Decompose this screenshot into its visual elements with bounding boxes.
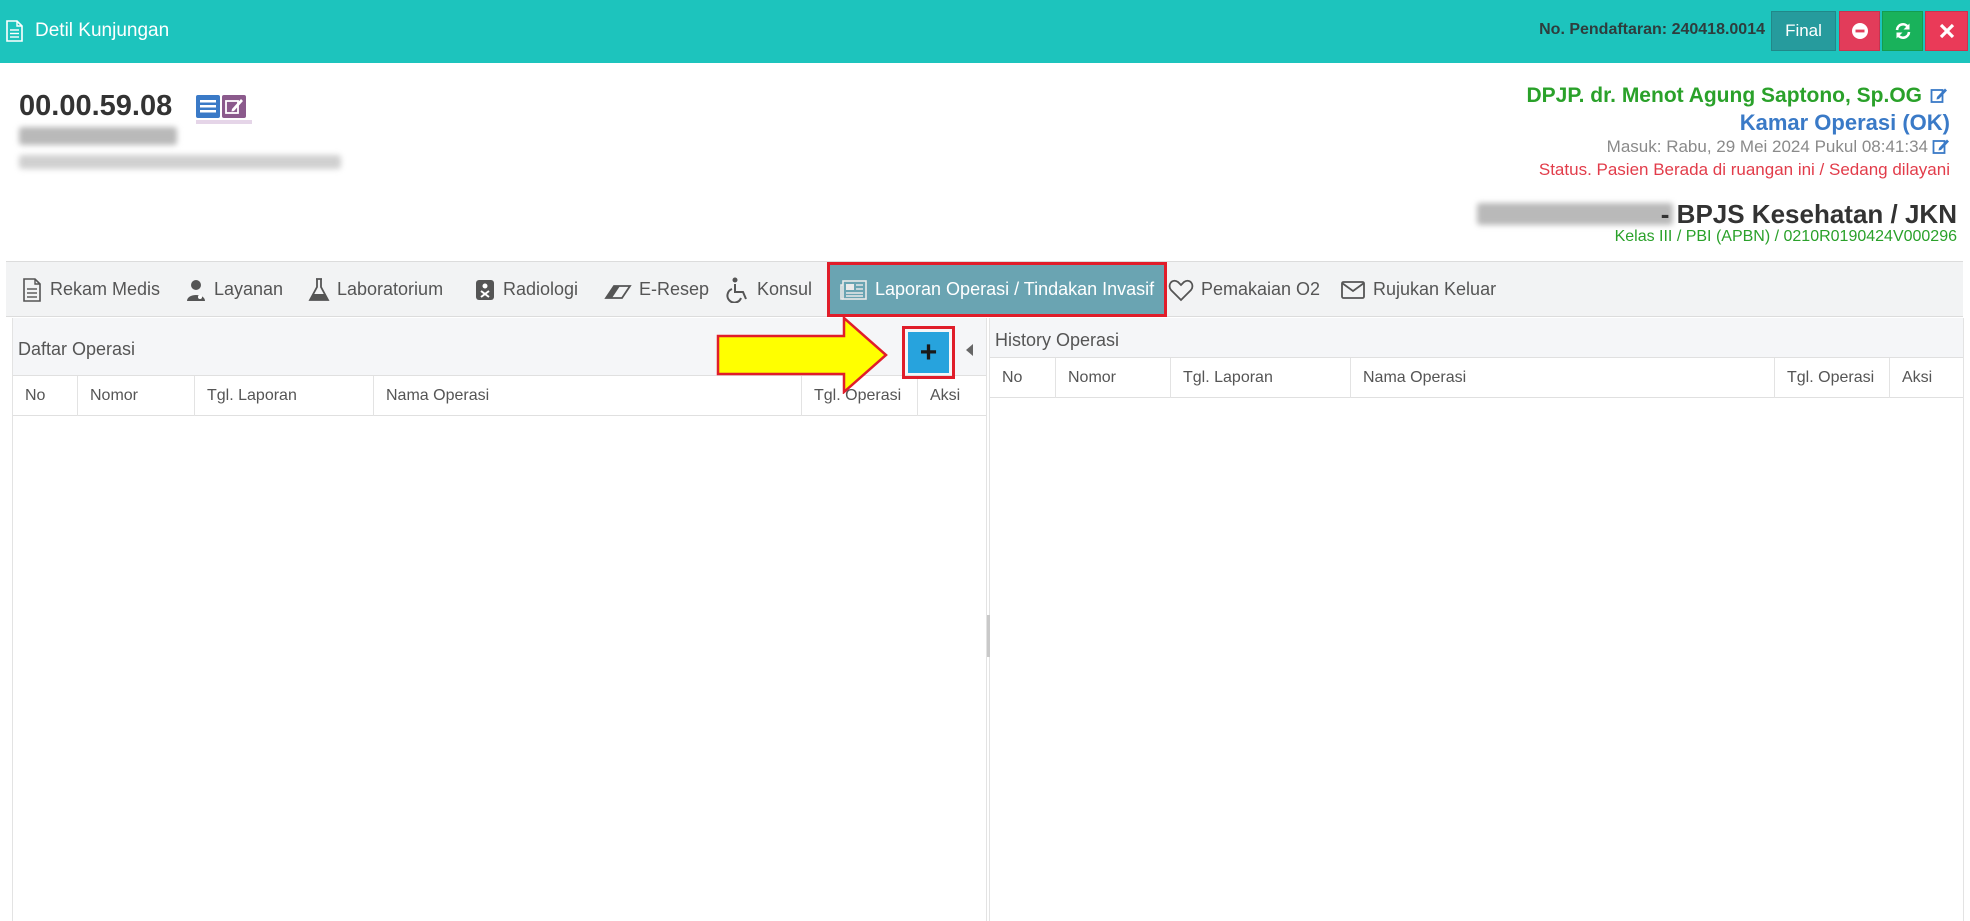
column-header[interactable]: Nama Operasi: [1351, 358, 1775, 398]
list-icon[interactable]: [196, 95, 220, 118]
panel-header: History Operasi: [990, 318, 1963, 358]
tab-label: Rujukan Keluar: [1373, 279, 1497, 299]
patient-details-redacted: [19, 155, 341, 169]
tab-laporan-operasi[interactable]: Laporan Operasi / Tindakan Invasif: [827, 262, 1168, 317]
document-icon: [6, 20, 23, 42]
edit-icon[interactable]: [1930, 86, 1948, 104]
newspaper-icon: [840, 279, 867, 300]
tab-e-resep[interactable]: E-Resep: [604, 262, 709, 317]
column-header[interactable]: Aksi: [1890, 358, 1963, 398]
tab-pemakaian-o2[interactable]: Pemakaian O2: [1168, 262, 1320, 317]
column-header[interactable]: No: [990, 358, 1056, 398]
tab-radiologi[interactable]: Radiologi: [474, 262, 578, 317]
tab-label: Konsul: [757, 279, 813, 299]
column-header[interactable]: Tgl. Laporan: [1171, 358, 1351, 398]
tab-laboratorium[interactable]: Laboratorium: [308, 262, 443, 317]
tab-bar: Rekam Medis Layanan Laboratorium Radiolo…: [6, 261, 1963, 317]
patient-status: Status. Pasien Berada di ruangan ini / S…: [1538, 160, 1950, 179]
radiology-icon: [476, 279, 494, 300]
collapse-left-icon[interactable]: [966, 344, 973, 356]
column-header[interactable]: Tgl. Laporan: [195, 376, 374, 416]
arrow-annotation-icon: [716, 316, 888, 394]
insurance-type: - BPJS Kesehatan / JKN: [1660, 199, 1957, 229]
tab-rekam-medis[interactable]: Rekam Medis: [21, 262, 160, 317]
close-button[interactable]: [1925, 11, 1968, 51]
add-operation-button[interactable]: +: [908, 332, 949, 373]
final-button[interactable]: Final: [1771, 11, 1836, 51]
minus-circle-icon: [1851, 23, 1868, 39]
tab-layanan[interactable]: Layanan: [185, 262, 283, 317]
panel-title: Daftar Operasi: [18, 339, 136, 359]
tab-label: Laboratorium: [337, 279, 444, 299]
registration-number: No. Pendaftaran: 240418.0014: [1539, 21, 1765, 38]
envelope-icon: [1341, 280, 1365, 299]
window-title: Detil Kunjungan: [35, 20, 170, 41]
heart-icon: [1168, 279, 1194, 301]
icon-underline: [196, 120, 252, 124]
admission-time: Masuk: Rabu, 29 Mei 2024 Pukul 08:41:34: [1606, 137, 1928, 156]
tab-rujukan-keluar[interactable]: Rujukan Keluar: [1340, 262, 1496, 317]
refresh-icon: [1895, 23, 1910, 39]
minimize-button[interactable]: [1839, 11, 1880, 51]
insurance-class: Kelas III / PBI (APBN) / 0210R0190424V00…: [1614, 228, 1957, 245]
column-header[interactable]: No: [13, 376, 78, 416]
panel-title: History Operasi: [995, 330, 1120, 350]
patient-name-redacted: [19, 127, 177, 145]
table-header: No Nomor Tgl. Laporan Nama Operasi Tgl. …: [990, 358, 1963, 398]
tab-konsul[interactable]: Konsul: [726, 262, 812, 317]
daftar-operasi-panel: Daftar Operasi No Nomor Tgl. Laporan Nam…: [12, 318, 987, 921]
panel-splitter[interactable]: [987, 615, 990, 657]
history-operasi-panel: History Operasi No Nomor Tgl. Laporan Na…: [989, 318, 1964, 921]
column-header[interactable]: Aksi: [918, 376, 986, 416]
flask-icon: [308, 277, 330, 301]
document-icon: [23, 277, 41, 302]
close-icon: [1939, 23, 1954, 39]
eraser-icon: [604, 284, 632, 299]
tab-label: E-Resep: [639, 279, 710, 299]
title-bar: Detil Kunjungan No. Pendaftaran: 240418.…: [0, 0, 1970, 63]
tab-label: Layanan: [214, 279, 284, 299]
medical-record-number: 00.00.59.08: [19, 90, 173, 122]
tab-label: Laporan Operasi / Tindakan Invasif: [875, 279, 1155, 299]
column-header[interactable]: Tgl. Operasi: [1775, 358, 1890, 398]
tab-label: Radiologi: [503, 279, 579, 299]
dpjp-doctor: DPJP. dr. Menot Agung Saptono, Sp.OG: [1526, 84, 1922, 107]
room-name: Kamar Operasi (OK): [1739, 110, 1950, 135]
edit-icon[interactable]: [1932, 137, 1950, 155]
column-header[interactable]: Nomor: [78, 376, 195, 416]
refresh-button[interactable]: [1882, 11, 1923, 51]
bpjs-number-redacted: [1477, 203, 1673, 225]
doctor-icon: [187, 279, 205, 301]
edit-icon[interactable]: [222, 95, 246, 118]
column-header[interactable]: Nomor: [1056, 358, 1171, 398]
tab-label: Rekam Medis: [50, 279, 161, 299]
wheelchair-icon: [726, 277, 747, 303]
tab-label: Pemakaian O2: [1201, 279, 1321, 299]
